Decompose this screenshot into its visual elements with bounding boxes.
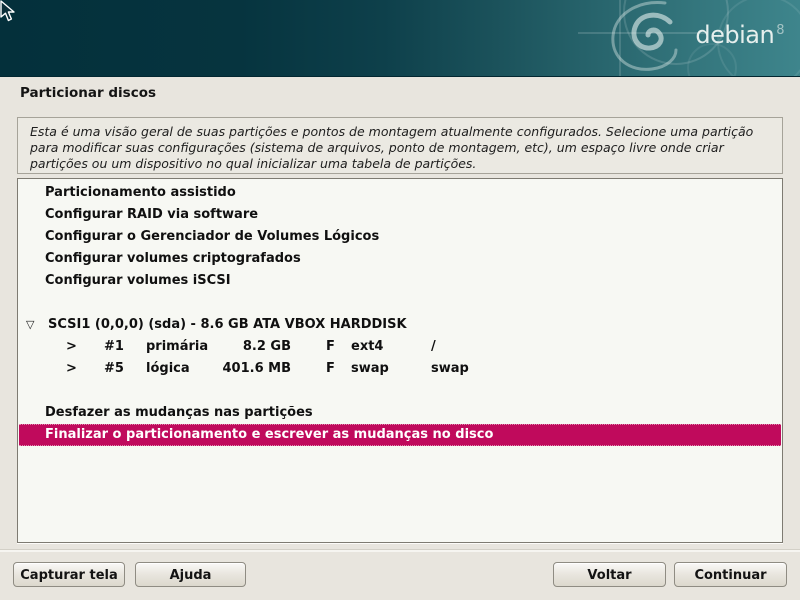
description-line: partições ou um dispositivo no qual inic… [30,156,770,172]
description-line: Esta é uma visão geral de suas partições… [30,124,770,140]
partition-row[interactable]: > #5 lógica 401.6 MB F swap swap [18,358,782,380]
expander-triangle-icon[interactable]: ▽ [26,314,34,336]
partition-type: lógica [146,358,190,380]
debian-logo-text: debian8 [695,21,784,49]
partition-marker: > [66,336,77,358]
disk-header-row[interactable]: ▽ SCSI1 (0,0,0) (sda) - 8.6 GB ATA VBOX … [18,314,782,336]
partition-mountpoint: swap [431,358,469,380]
list-item-finish-partitioning-selected[interactable]: Finalizar o particionamento e escrever a… [19,424,781,446]
partition-mountpoint: / [431,336,436,358]
back-button[interactable]: Voltar [553,562,666,587]
partition-filesystem: ext4 [351,336,383,358]
description-box: Esta é uma visão geral de suas partições… [17,117,783,174]
help-button[interactable]: Ajuda [135,562,246,587]
partition-size: 401.6 MB [186,358,291,380]
screenshot-button[interactable]: Capturar tela [13,562,125,587]
partition-format-flag: F [326,336,335,358]
partition-marker: > [66,358,77,380]
continue-button[interactable]: Continuar [674,562,787,587]
page-title: Particionar discos [20,85,156,101]
mouse-cursor-icon [0,0,16,24]
list-item-guided-partitioning[interactable]: Particionamento assistido [18,182,782,204]
partition-size: 8.2 GB [186,336,291,358]
footer-divider-highlight [0,550,800,552]
partition-filesystem: swap [351,358,389,380]
partition-row[interactable]: > #1 primária 8.2 GB F ext4 / [18,336,782,358]
debian-swirl-logo [0,0,800,76]
partition-number: #1 [104,336,124,358]
installer-banner: debian8 [0,0,800,77]
description-line: para modificar suas configurações (siste… [30,140,770,156]
list-spacer [18,380,782,402]
partition-list: Particionamento assistido Configurar RAI… [17,178,783,543]
list-item-encrypted-volumes[interactable]: Configurar volumes criptografados [18,248,782,270]
disk-label: SCSI1 (0,0,0) (sda) - 8.6 GB ATA VBOX HA… [48,314,407,336]
partition-number: #5 [104,358,124,380]
list-item-lvm[interactable]: Configurar o Gerenciador de Volumes Lógi… [18,226,782,248]
list-item-software-raid[interactable]: Configurar RAID via software [18,204,782,226]
debian-version-superscript: 8 [776,23,784,38]
list-item-iscsi-volumes[interactable]: Configurar volumes iSCSI [18,270,782,292]
partition-format-flag: F [326,358,335,380]
list-spacer [18,292,782,314]
list-item-undo-changes[interactable]: Desfazer as mudanças nas partições [18,402,782,424]
